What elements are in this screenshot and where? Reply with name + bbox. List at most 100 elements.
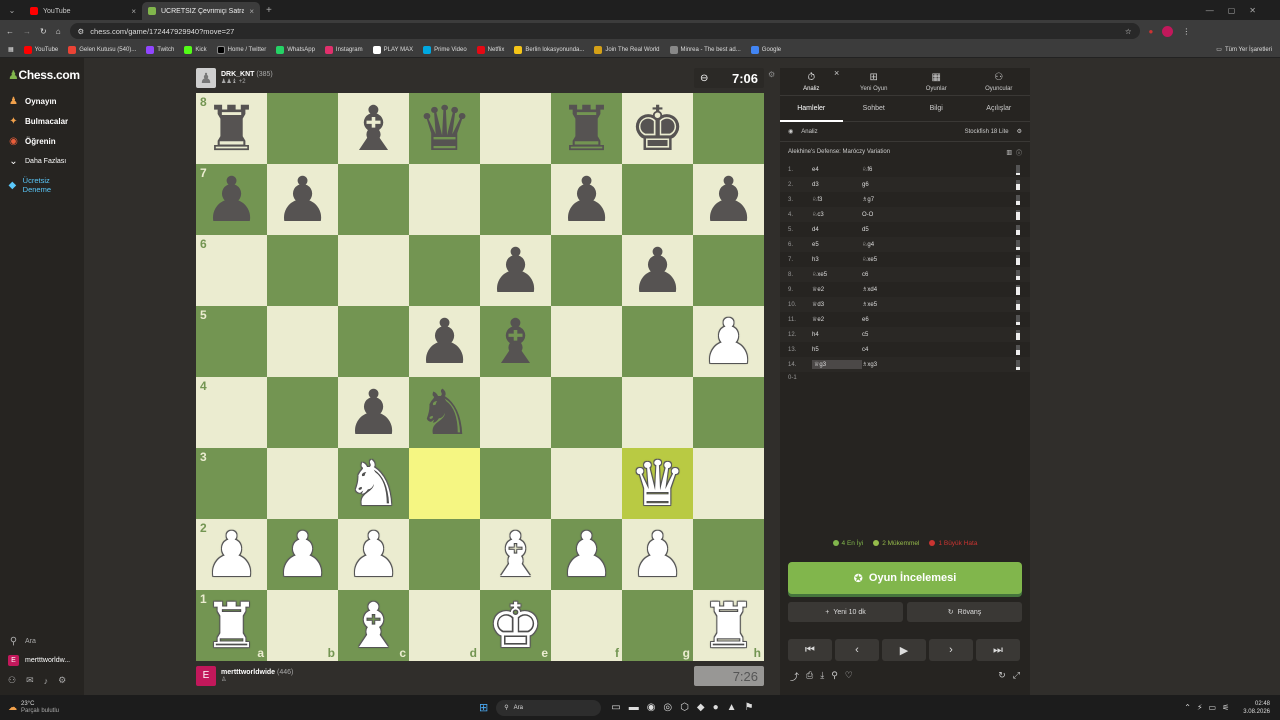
square-h3[interactable] <box>693 448 764 519</box>
square-a3[interactable]: 3 <box>196 448 267 519</box>
square-a6[interactable]: 6 <box>196 235 267 306</box>
move-san[interactable]: ♕g3 <box>812 360 862 369</box>
square-a4[interactable]: 4 <box>196 377 267 448</box>
square-a1[interactable]: 1 a ♜ <box>196 590 267 661</box>
square-b6[interactable] <box>267 235 338 306</box>
tab-search-icon[interactable]: ⌄ <box>0 6 24 15</box>
sidebar-user[interactable]: Emertttworldw... <box>8 655 70 666</box>
square-h1[interactable]: h ♜ <box>693 590 764 661</box>
subtab-openings[interactable]: Açılışlar <box>968 96 1031 122</box>
move-san[interactable]: h4 <box>812 332 862 338</box>
home-icon[interactable]: ⌂ <box>56 27 61 36</box>
square-h5[interactable]: ♟ <box>693 306 764 377</box>
tab-new-game[interactable]: ⊞ Yeni Oyun <box>843 68 906 95</box>
white-rook-piece[interactable]: ♜ <box>701 590 757 661</box>
square-e1[interactable]: e ♚ <box>480 590 551 661</box>
square-e5[interactable]: ♝ <box>480 306 551 377</box>
window-controls[interactable]: —▢✕ <box>1206 6 1270 15</box>
square-f6[interactable] <box>551 235 622 306</box>
square-h7[interactable]: ♟ <box>693 164 764 235</box>
black-pawn-piece[interactable]: ♟ <box>204 164 260 235</box>
weather-icon[interactable]: ☁ <box>8 702 17 713</box>
avatar[interactable]: ♟ <box>196 68 216 88</box>
square-d5[interactable]: ♟ <box>409 306 480 377</box>
move-san[interactable]: ♕e2 <box>812 286 862 293</box>
move-san[interactable]: ♗xg3 <box>862 361 922 368</box>
move-san[interactable]: e5 <box>812 242 862 248</box>
square-g8[interactable]: ♚ <box>622 93 693 164</box>
profile-avatar[interactable] <box>1162 25 1174 37</box>
extensions-icon[interactable]: ● <box>1149 27 1154 36</box>
black-pawn-piece[interactable]: ♟ <box>417 306 473 377</box>
move-san[interactable]: ♗xe5 <box>862 301 922 308</box>
square-d6[interactable] <box>409 235 480 306</box>
square-e6[interactable]: ♟ <box>480 235 551 306</box>
bookmark-item[interactable]: Prime Video <box>423 45 467 54</box>
square-g2[interactable]: ♟ <box>622 519 693 590</box>
square-f3[interactable] <box>551 448 622 519</box>
square-e2[interactable]: ♝ <box>480 519 551 590</box>
download-icon[interactable]: ⤓ <box>820 670 824 683</box>
next-move-button[interactable]: › <box>929 639 973 661</box>
square-d7[interactable] <box>409 164 480 235</box>
move-san[interactable]: e6 <box>862 317 922 323</box>
move-san[interactable]: ♘xe5 <box>812 271 862 278</box>
logo[interactable]: ♟Chess.com <box>8 68 80 82</box>
white-pawn-piece[interactable]: ♟ <box>559 519 615 590</box>
close-icon[interactable]: × <box>834 68 839 78</box>
square-b2[interactable]: ♟ <box>267 519 338 590</box>
star-icon[interactable]: ☆ <box>1125 27 1132 36</box>
bookmark-item[interactable]: PLAY MAX <box>372 45 413 54</box>
square-e4[interactable] <box>480 377 551 448</box>
subtab-info[interactable]: Bilgi <box>905 96 968 122</box>
apps-icon[interactable]: ▦ <box>8 46 14 53</box>
black-queen-piece[interactable]: ♛ <box>417 93 473 164</box>
bookmark-item[interactable]: Berlin lokasyonunda... <box>514 45 584 54</box>
square-b4[interactable] <box>267 377 338 448</box>
square-d1[interactable]: d <box>409 590 480 661</box>
square-a7[interactable]: 7 ♟ <box>196 164 267 235</box>
weather[interactable]: 23°C Parçalı bulutlu <box>21 701 59 715</box>
square-c1[interactable]: c ♝ <box>338 590 409 661</box>
move-san[interactable]: ♘c3 <box>812 211 862 218</box>
move-san[interactable]: h3 <box>812 257 862 263</box>
toggle-icon[interactable]: ◉ <box>788 128 793 135</box>
square-b7[interactable]: ♟ <box>267 164 338 235</box>
settings-icon[interactable]: ⚙ <box>768 70 775 79</box>
move-san[interactable]: ♘g4 <box>862 241 922 248</box>
book-icon[interactable]: ▥ <box>1006 149 1012 156</box>
move-san[interactable]: O-O <box>862 212 922 218</box>
square-a5[interactable]: 5 <box>196 306 267 377</box>
first-move-button[interactable]: ⏮ <box>788 639 832 661</box>
move-san[interactable]: c6 <box>862 272 922 278</box>
white-queen-piece[interactable]: ♛ <box>630 448 686 519</box>
square-c7[interactable] <box>338 164 409 235</box>
tab-youtube[interactable]: YouTube × <box>24 2 142 20</box>
prev-move-button[interactable]: ‹ <box>835 639 879 661</box>
bookmark-item[interactable]: Google <box>750 45 781 54</box>
back-icon[interactable]: ← <box>6 27 14 36</box>
move-san[interactable]: ♘xe5 <box>862 256 922 263</box>
square-g5[interactable] <box>622 306 693 377</box>
avatar[interactable]: E <box>196 666 216 686</box>
move-san[interactable]: ♗g7 <box>862 196 922 203</box>
square-h2[interactable] <box>693 519 764 590</box>
white-bishop-piece[interactable]: ♝ <box>346 590 402 661</box>
square-b5[interactable] <box>267 306 338 377</box>
white-bishop-piece[interactable]: ♝ <box>488 519 544 590</box>
black-bishop-piece[interactable]: ♝ <box>488 306 544 377</box>
square-f2[interactable]: ♟ <box>551 519 622 590</box>
square-e7[interactable] <box>480 164 551 235</box>
camera-icon[interactable]: ⎙ <box>806 670 813 683</box>
square-e3[interactable] <box>480 448 551 519</box>
subtab-moves[interactable]: Hamleler <box>780 96 843 122</box>
bookmark-item[interactable]: Instagram <box>324 45 363 54</box>
game-review-button[interactable]: ✪ Oyun İncelemesi <box>788 562 1022 594</box>
square-g4[interactable] <box>622 377 693 448</box>
square-b8[interactable] <box>267 93 338 164</box>
move-san[interactable]: ♕e2 <box>812 316 862 323</box>
move-san[interactable]: d5 <box>862 227 922 233</box>
black-pawn-piece[interactable]: ♟ <box>488 235 544 306</box>
black-king-piece[interactable]: ♚ <box>630 93 686 164</box>
reload-icon[interactable]: ↻ <box>40 27 47 36</box>
